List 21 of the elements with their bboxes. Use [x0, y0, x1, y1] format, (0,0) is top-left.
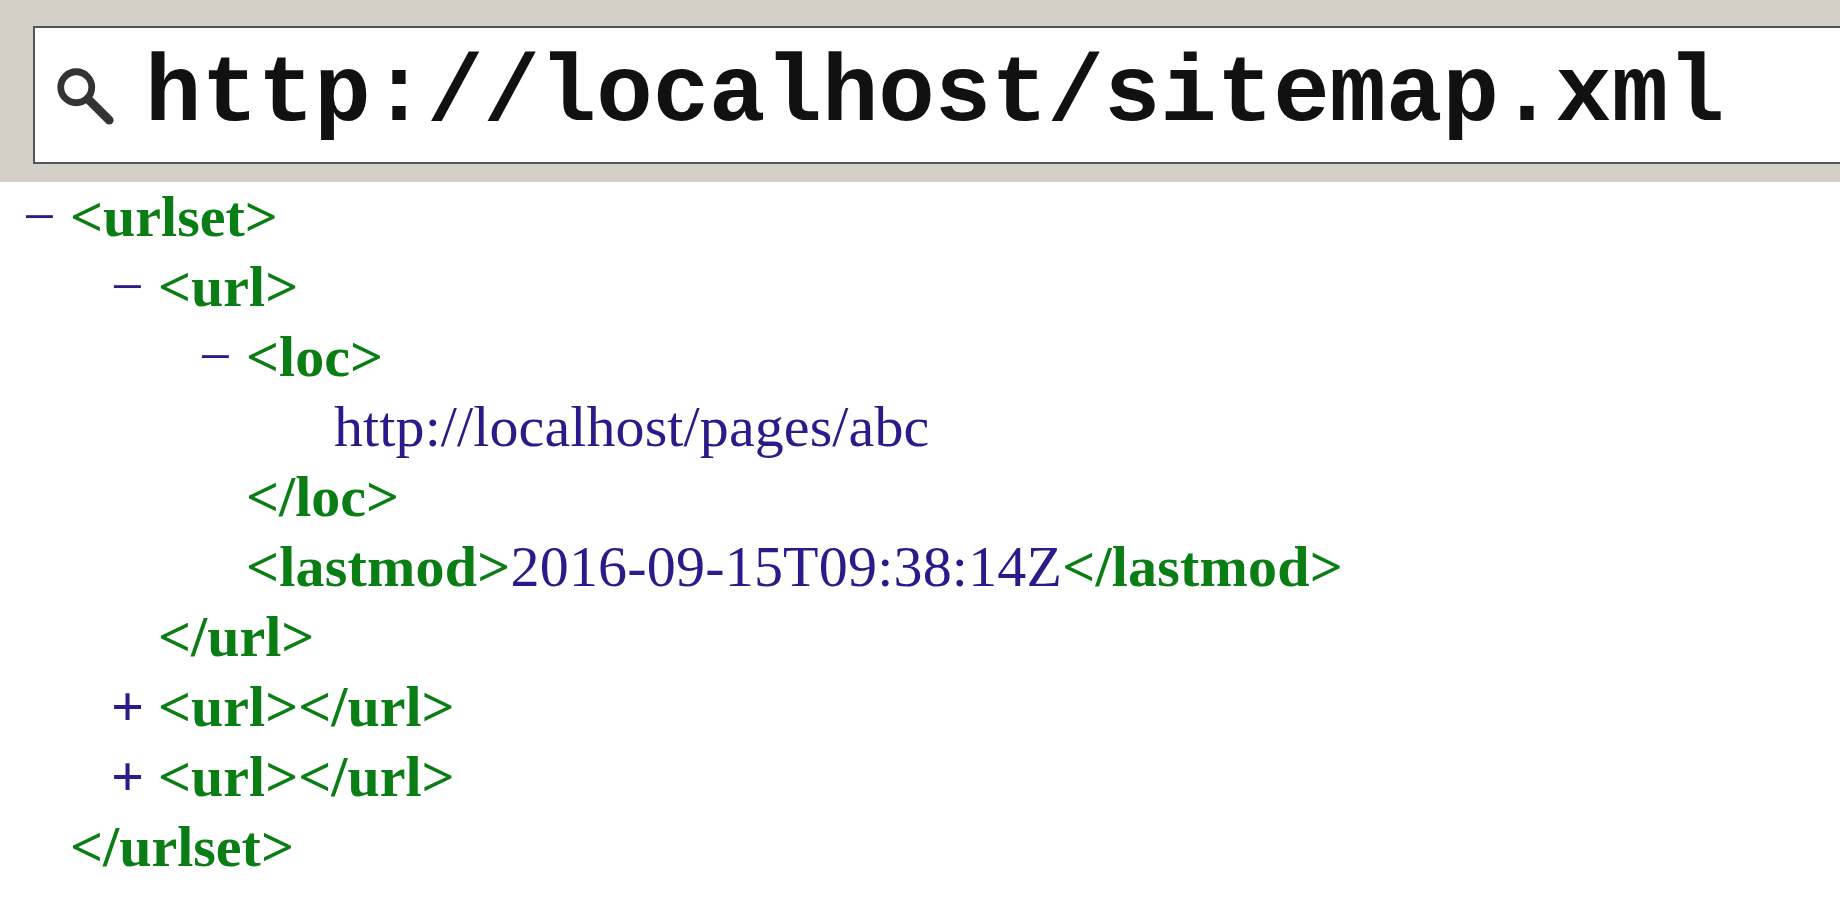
- tag-text: </url>: [298, 673, 455, 741]
- tag-text: <url>: [158, 253, 299, 321]
- tag-text: <urlset>: [70, 183, 278, 251]
- tag-text: </lastmod>: [1062, 533, 1343, 601]
- address-bar[interactable]: http://localhost/sitemap.xml: [33, 26, 1840, 164]
- expand-toggle[interactable]: +: [111, 672, 158, 742]
- tag-text: </loc>: [246, 463, 400, 531]
- tag-text: <lastmod>: [246, 533, 511, 601]
- tag-text: </url>: [158, 603, 315, 671]
- expand-toggle[interactable]: −: [111, 252, 158, 322]
- node-text: 2016-09-15T09:38:14Z: [510, 533, 1063, 601]
- node-text: http://localhost/pages/abc: [334, 393, 930, 461]
- url-text: http://localhost/sitemap.xml: [145, 42, 1725, 148]
- tag-text: <url>: [158, 673, 299, 741]
- tag-text: </urlset>: [70, 813, 294, 881]
- tag-text: <url>: [158, 743, 299, 811]
- tag-text: <loc>: [246, 323, 383, 391]
- expand-toggle[interactable]: +: [111, 742, 158, 812]
- tag-text: </url>: [298, 743, 455, 811]
- expand-toggle[interactable]: −: [199, 322, 246, 392]
- expand-toggle[interactable]: −: [23, 182, 70, 252]
